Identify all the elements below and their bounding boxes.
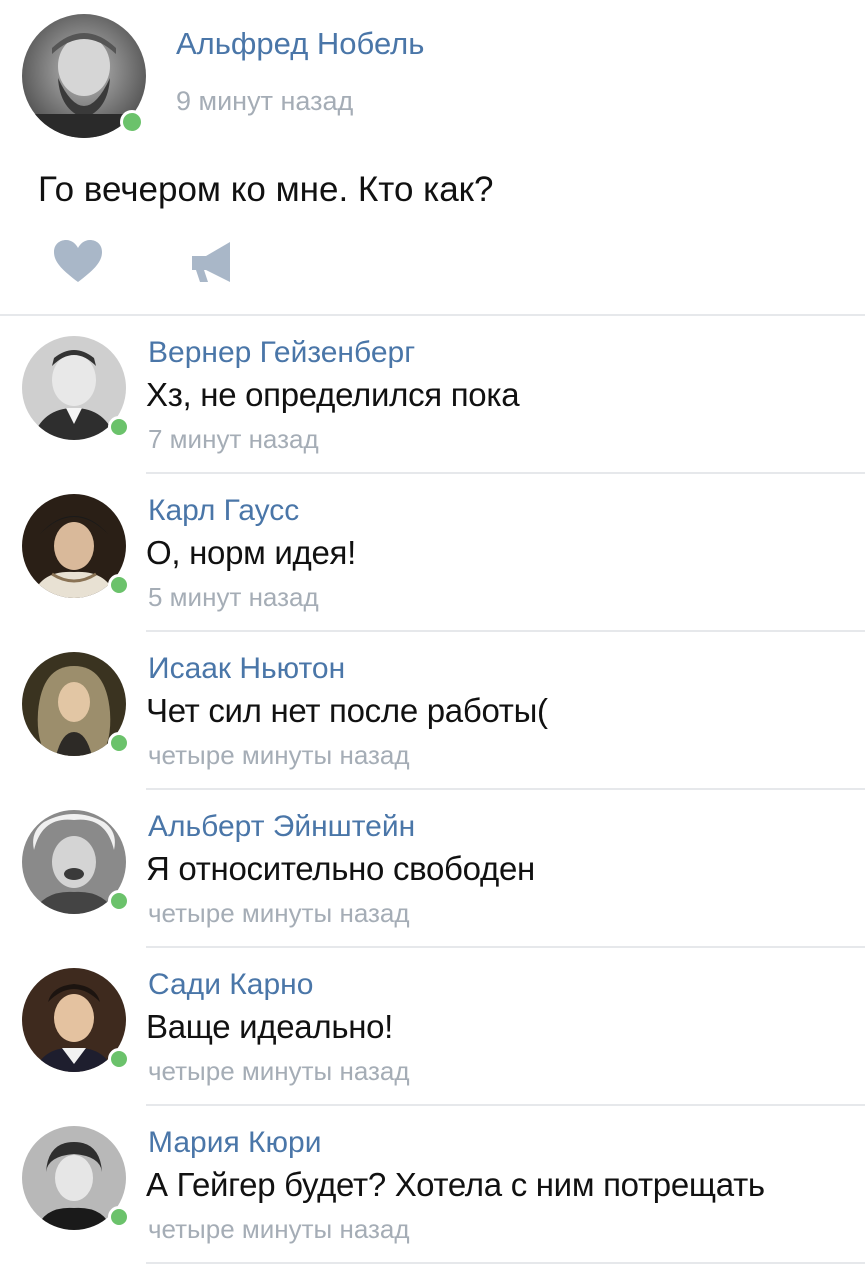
online-indicator xyxy=(108,416,130,438)
comment-author[interactable]: Исаак Ньютон xyxy=(148,652,345,686)
comment-author[interactable]: Альберт Эйнштейн xyxy=(148,810,415,844)
comment-timestamp[interactable]: четыре минуты назад xyxy=(148,740,410,771)
comment-item: Карл Гаусс О, норм идея! 5 минут назад xyxy=(0,474,865,632)
online-indicator xyxy=(108,574,130,596)
comment-divider xyxy=(146,1262,865,1264)
comments-list: Вернер Гейзенберг Хз, не определился пок… xyxy=(0,316,865,1264)
comment-text: Я относительно свободен xyxy=(146,850,535,887)
comment-text: Хз, не определился пока xyxy=(146,376,520,413)
comment-timestamp[interactable]: четыре минуты назад xyxy=(148,1056,410,1087)
online-indicator xyxy=(108,1048,130,1070)
post-author-avatar[interactable] xyxy=(22,14,146,138)
comment-author[interactable]: Сади Карно xyxy=(148,968,313,1002)
comment-author[interactable]: Карл Гаусс xyxy=(148,494,299,528)
comment-item: Исаак Ньютон Чет сил нет после работы( ч… xyxy=(0,632,865,790)
comment-avatar[interactable] xyxy=(22,968,130,1072)
comment-author[interactable]: Мария Кюри xyxy=(148,1126,321,1160)
comment-text: Ваще идеально! xyxy=(146,1008,394,1045)
post-timestamp[interactable]: 9 минут назад xyxy=(176,86,353,117)
comment-text: О, норм идея! xyxy=(146,534,356,571)
online-indicator xyxy=(108,732,130,754)
online-indicator xyxy=(120,110,144,134)
online-indicator xyxy=(108,1206,130,1228)
share-button[interactable] xyxy=(182,232,242,292)
comment-author[interactable]: Вернер Гейзенберг xyxy=(148,336,415,370)
post-actions xyxy=(38,232,298,292)
comment-item: Мария Кюри А Гейгер будет? Хотела с ним … xyxy=(0,1106,865,1264)
heart-icon xyxy=(54,240,102,282)
comment-timestamp[interactable]: 5 минут назад xyxy=(148,582,319,613)
comment-avatar[interactable] xyxy=(22,336,130,440)
comment-avatar[interactable] xyxy=(22,652,130,756)
online-indicator xyxy=(108,890,130,912)
comment-text: Чет сил нет после работы( xyxy=(146,692,548,729)
comment-avatar[interactable] xyxy=(22,810,130,914)
comment-item: Сади Карно Ваще идеально! четыре минуты … xyxy=(0,948,865,1106)
comment-timestamp[interactable]: 7 минут назад xyxy=(148,424,319,455)
post-header: Альфред Нобель 9 минут назад xyxy=(0,0,865,150)
post-text: Го вечером ко мне. Кто как? xyxy=(38,170,494,209)
megaphone-icon xyxy=(192,242,230,282)
comment-avatar[interactable] xyxy=(22,494,130,598)
comment-timestamp[interactable]: четыре минуты назад xyxy=(148,1214,410,1245)
comment-timestamp[interactable]: четыре минуты назад xyxy=(148,898,410,929)
comment-item: Вернер Гейзенберг Хз, не определился пок… xyxy=(0,316,865,474)
like-button[interactable] xyxy=(48,232,108,292)
comment-text: А Гейгер будет? Хотела с ним потрещать xyxy=(146,1166,765,1203)
post-author-name[interactable]: Альфред Нобель xyxy=(176,26,424,62)
comment-item: Альберт Эйнштейн Я относительно свободен… xyxy=(0,790,865,948)
comment-avatar[interactable] xyxy=(22,1126,130,1230)
